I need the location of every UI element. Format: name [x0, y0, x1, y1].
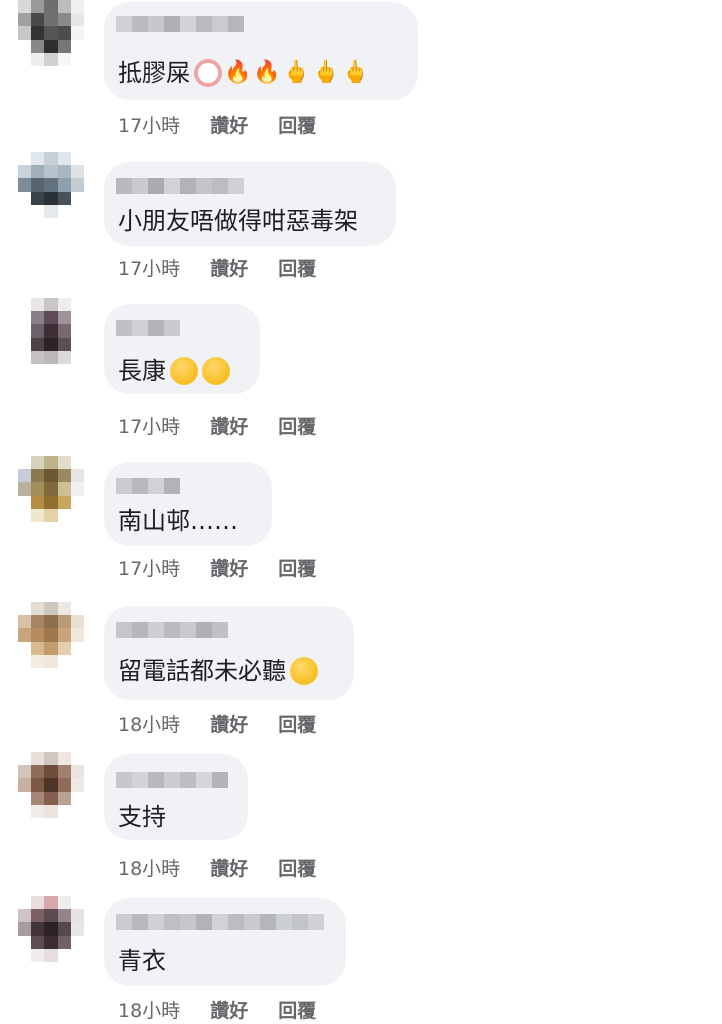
reply-button[interactable]: 回覆: [278, 854, 316, 881]
avatar[interactable]: [18, 152, 84, 218]
comment-item: 小朋友唔做得咁惡毒架 17小時 讚好 回覆: [0, 148, 722, 288]
like-button[interactable]: 讚好: [210, 710, 248, 737]
reply-button[interactable]: 回覆: [278, 111, 316, 138]
commenter-name-blurred[interactable]: [116, 622, 228, 638]
comment-meta: 18小時 讚好 回覆: [118, 854, 316, 881]
comment-text: 小朋友唔做得咁惡毒架: [118, 207, 358, 235]
reply-button[interactable]: 回覆: [278, 254, 316, 281]
comment-item: 青衣 18小時 讚好 回覆: [0, 888, 722, 1024]
fire-emoji: 🔥: [224, 60, 252, 85]
comment-bubble[interactable]: 支持: [104, 754, 248, 840]
comment-text: 青衣: [118, 947, 166, 975]
comment-text: 抵膠屎 🔥 🔥 🖕 🖕 🖕: [118, 59, 370, 87]
comment-timestamp[interactable]: 18小時: [118, 854, 180, 881]
like-button[interactable]: 讚好: [210, 854, 248, 881]
comment-text: 長康: [118, 356, 230, 386]
hand-over-mouth-emoji: [170, 357, 198, 385]
tears-of-joy-emoji: [290, 657, 318, 685]
reply-button[interactable]: 回覆: [278, 710, 316, 737]
comment-item: 南山邨…… 17小時 讚好 回覆: [0, 446, 722, 586]
comment-timestamp[interactable]: 17小時: [118, 554, 180, 581]
avatar[interactable]: [18, 456, 84, 522]
commenter-name-blurred[interactable]: [116, 16, 244, 32]
comment-item: 支持 18小時 讚好 回覆: [0, 744, 722, 884]
commenter-name-blurred[interactable]: [116, 478, 180, 494]
reply-button[interactable]: 回覆: [278, 996, 316, 1023]
middle-finger-emoji: 🖕: [282, 60, 311, 85]
comment-bubble[interactable]: 留電話都未必聽: [104, 606, 354, 700]
like-button[interactable]: 讚好: [210, 412, 248, 439]
commenter-name-blurred[interactable]: [116, 320, 180, 336]
comment-bubble[interactable]: 小朋友唔做得咁惡毒架: [104, 162, 396, 246]
fire-emoji: 🔥: [253, 60, 281, 85]
avatar[interactable]: [18, 0, 84, 66]
comment-timestamp[interactable]: 17小時: [118, 254, 180, 281]
hand-over-mouth-emoji: [202, 357, 230, 385]
comment-meta: 17小時 讚好 回覆: [118, 111, 316, 138]
comment-bubble[interactable]: 南山邨……: [104, 462, 272, 546]
comment-bubble[interactable]: 抵膠屎 🔥 🔥 🖕 🖕 🖕: [104, 2, 418, 100]
commenter-name-blurred[interactable]: [116, 914, 324, 930]
reply-button[interactable]: 回覆: [278, 554, 316, 581]
middle-finger-emoji: 🖕: [341, 60, 370, 85]
reply-button[interactable]: 回覆: [278, 412, 316, 439]
avatar[interactable]: [18, 896, 84, 962]
comment-meta: 17小時 讚好 回覆: [118, 412, 316, 439]
comment-timestamp[interactable]: 17小時: [118, 111, 180, 138]
comment-bubble[interactable]: 長康: [104, 304, 260, 394]
comment-text: 支持: [118, 803, 166, 831]
commenter-name-blurred[interactable]: [116, 772, 228, 788]
middle-finger-emoji: 🖕: [312, 60, 340, 85]
avatar[interactable]: [18, 298, 84, 364]
comment-meta: 17小時 讚好 回覆: [118, 254, 316, 281]
comment-meta: 17小時 讚好 回覆: [118, 554, 316, 581]
comment-timestamp[interactable]: 18小時: [118, 996, 180, 1023]
comment-item: 留電話都未必聽 18小時 讚好 回覆: [0, 590, 722, 740]
comment-meta: 18小時 讚好 回覆: [118, 710, 316, 737]
comment-item: 長康 17小時 讚好 回覆: [0, 292, 722, 442]
commenter-name-blurred[interactable]: [116, 178, 244, 194]
like-button[interactable]: 讚好: [210, 996, 248, 1023]
comment-item: 抵膠屎 🔥 🔥 🖕 🖕 🖕 17小時 讚好 回覆: [0, 0, 722, 145]
comment-text: 留電話都未必聽: [118, 656, 318, 686]
like-button[interactable]: 讚好: [210, 111, 248, 138]
comment-timestamp[interactable]: 17小時: [118, 412, 180, 439]
like-button[interactable]: 讚好: [210, 254, 248, 281]
avatar[interactable]: [18, 752, 84, 818]
comment-bubble[interactable]: 青衣: [104, 898, 346, 986]
comment-meta: 18小時 讚好 回覆: [118, 996, 316, 1023]
comment-text: 南山邨……: [118, 507, 238, 535]
comment-timestamp[interactable]: 18小時: [118, 710, 180, 737]
clown-emoji: [194, 59, 222, 87]
avatar[interactable]: [18, 602, 84, 668]
like-button[interactable]: 讚好: [210, 554, 248, 581]
